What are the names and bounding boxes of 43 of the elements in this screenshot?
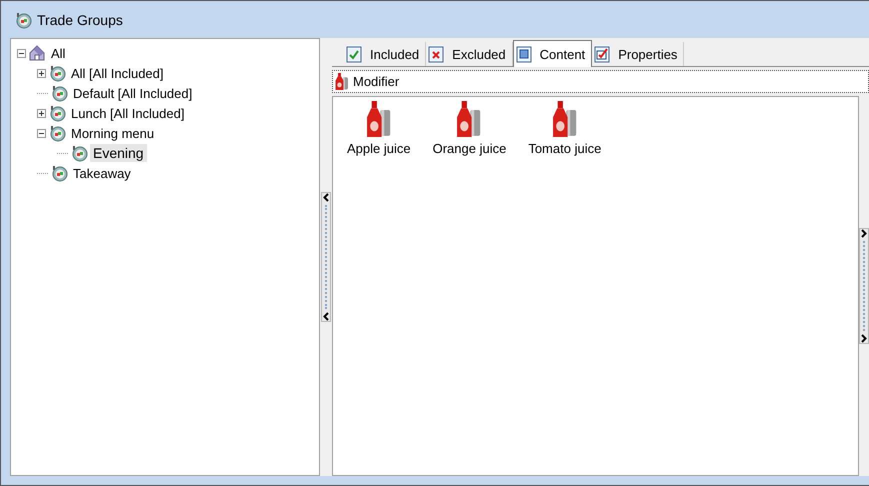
check-icon [346, 46, 362, 62]
tree-item[interactable]: Morning menu [68, 124, 158, 142]
item-label[interactable]: Tomato juice [528, 141, 602, 156]
tree-item[interactable]: Lunch [All Included] [68, 104, 188, 122]
plate-icon [48, 104, 66, 122]
splitter-handle[interactable] [859, 228, 869, 344]
expand-toggle[interactable] [37, 108, 46, 118]
tab[interactable]: Properties [592, 42, 684, 66]
tree-item[interactable]: All [All Included] [68, 64, 166, 82]
house-icon [28, 44, 46, 62]
splitter-handle[interactable] [321, 192, 331, 322]
chevron-left-icon [323, 193, 329, 202]
plate-icon [48, 64, 66, 82]
ketchup-bottle-icon [552, 101, 578, 137]
ketchup-bottle-icon [456, 101, 482, 137]
tree-item[interactable]: All [48, 44, 68, 62]
chevron-right-icon [861, 229, 867, 238]
tree-item[interactable]: Evening [90, 144, 147, 162]
tree-item[interactable]: Takeaway [70, 164, 134, 182]
collapse-toggle[interactable] [37, 128, 46, 138]
tab[interactable]: Included [344, 42, 426, 66]
item-label[interactable]: Apple juice [347, 141, 411, 156]
category-bar[interactable]: Modifier [332, 70, 869, 93]
checkbox-icon [594, 46, 610, 62]
window-title: Trade Groups [37, 12, 123, 28]
category-label: Modifier [353, 74, 400, 89]
item-label[interactable]: Orange juice [432, 141, 506, 156]
tab[interactable]: Excluded [426, 42, 513, 66]
plate-icon [50, 84, 68, 102]
collapse-toggle[interactable] [17, 48, 26, 58]
ketchup-bottle-icon [366, 101, 392, 137]
tab[interactable]: Content [512, 40, 592, 67]
cross-icon [428, 46, 444, 62]
chevron-right-icon [861, 334, 867, 343]
tree-item[interactable]: Default [All Included] [70, 84, 196, 102]
plate-icon [48, 124, 66, 142]
expand-toggle[interactable] [37, 68, 46, 78]
ketchup-bottle-icon [335, 73, 349, 90]
plate-icon [14, 10, 32, 28]
square-icon [516, 46, 532, 62]
chevron-left-icon [323, 312, 329, 321]
plate-icon [50, 164, 68, 182]
plate-icon [70, 144, 88, 162]
